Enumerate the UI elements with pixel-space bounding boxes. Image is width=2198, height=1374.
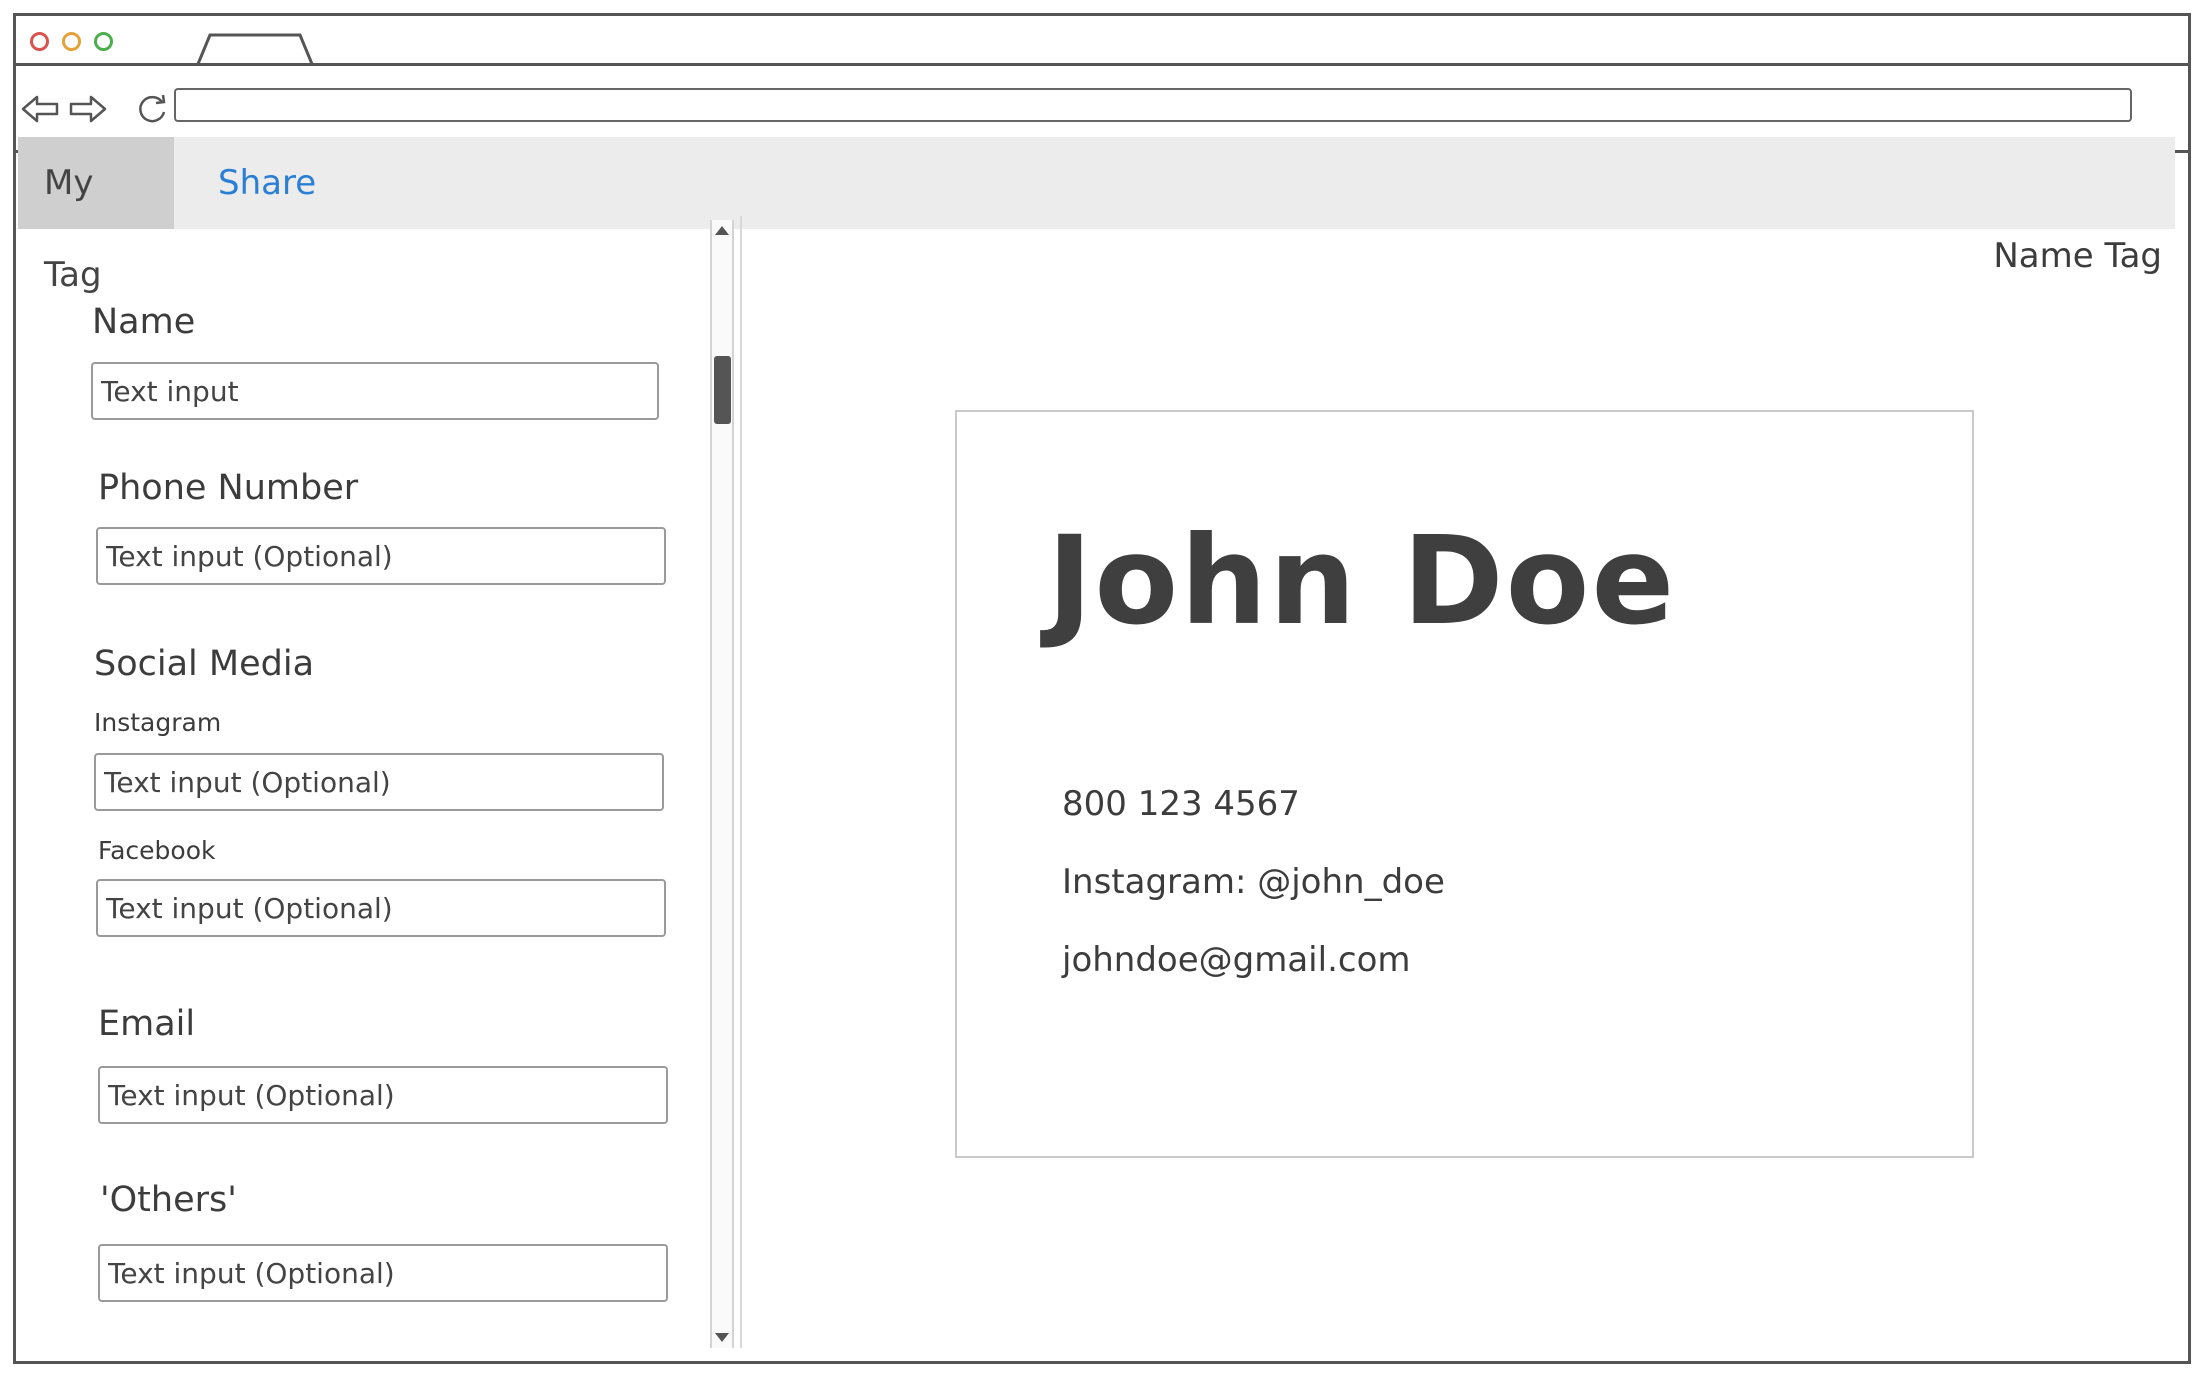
name-input[interactable] <box>91 362 659 420</box>
scroll-down-icon[interactable] <box>715 1333 729 1342</box>
back-arrow-icon[interactable] <box>20 94 60 124</box>
close-window-icon[interactable] <box>30 32 49 51</box>
instagram-label: Instagram <box>94 708 222 737</box>
name-tag-card: John Doe 800 123 4567 Instagram: @john_d… <box>955 410 1974 1158</box>
social-media-label: Social Media <box>94 644 315 684</box>
phone-input[interactable] <box>96 527 666 585</box>
maximize-window-icon[interactable] <box>94 32 113 51</box>
scroll-thumb[interactable] <box>714 356 731 424</box>
browser-tab[interactable] <box>196 33 328 64</box>
email-input[interactable] <box>98 1066 668 1124</box>
instagram-input[interactable] <box>94 753 664 811</box>
reload-icon[interactable] <box>136 94 170 124</box>
form-scrollbar[interactable] <box>710 220 734 1348</box>
title-bar <box>16 16 2188 66</box>
others-label: 'Others' <box>100 1180 237 1220</box>
url-input[interactable] <box>174 88 2132 122</box>
panel-divider <box>740 216 742 1348</box>
scroll-up-icon[interactable] <box>715 226 729 235</box>
others-input[interactable] <box>98 1244 668 1302</box>
facebook-label: Facebook <box>98 836 216 865</box>
name-label: Name <box>92 302 196 342</box>
card-name: John Doe <box>1047 510 1677 652</box>
tab-my-tag[interactable]: My Tag <box>18 137 174 295</box>
tab-share[interactable]: Share <box>192 137 342 229</box>
phone-label: Phone Number <box>98 468 359 508</box>
forward-arrow-icon[interactable] <box>68 94 108 124</box>
facebook-input[interactable] <box>96 879 666 937</box>
card-phone: 800 123 4567 <box>1062 784 1300 824</box>
email-label: Email <box>98 1004 196 1044</box>
preview-title: Name Tag <box>1993 236 2162 276</box>
app-tab-bar: My Tag Share <box>18 137 2175 295</box>
card-instagram: Instagram: @john_doe <box>1062 862 1445 902</box>
minimize-window-icon[interactable] <box>62 32 81 51</box>
card-email: johndoe@gmail.com <box>1062 940 1411 980</box>
